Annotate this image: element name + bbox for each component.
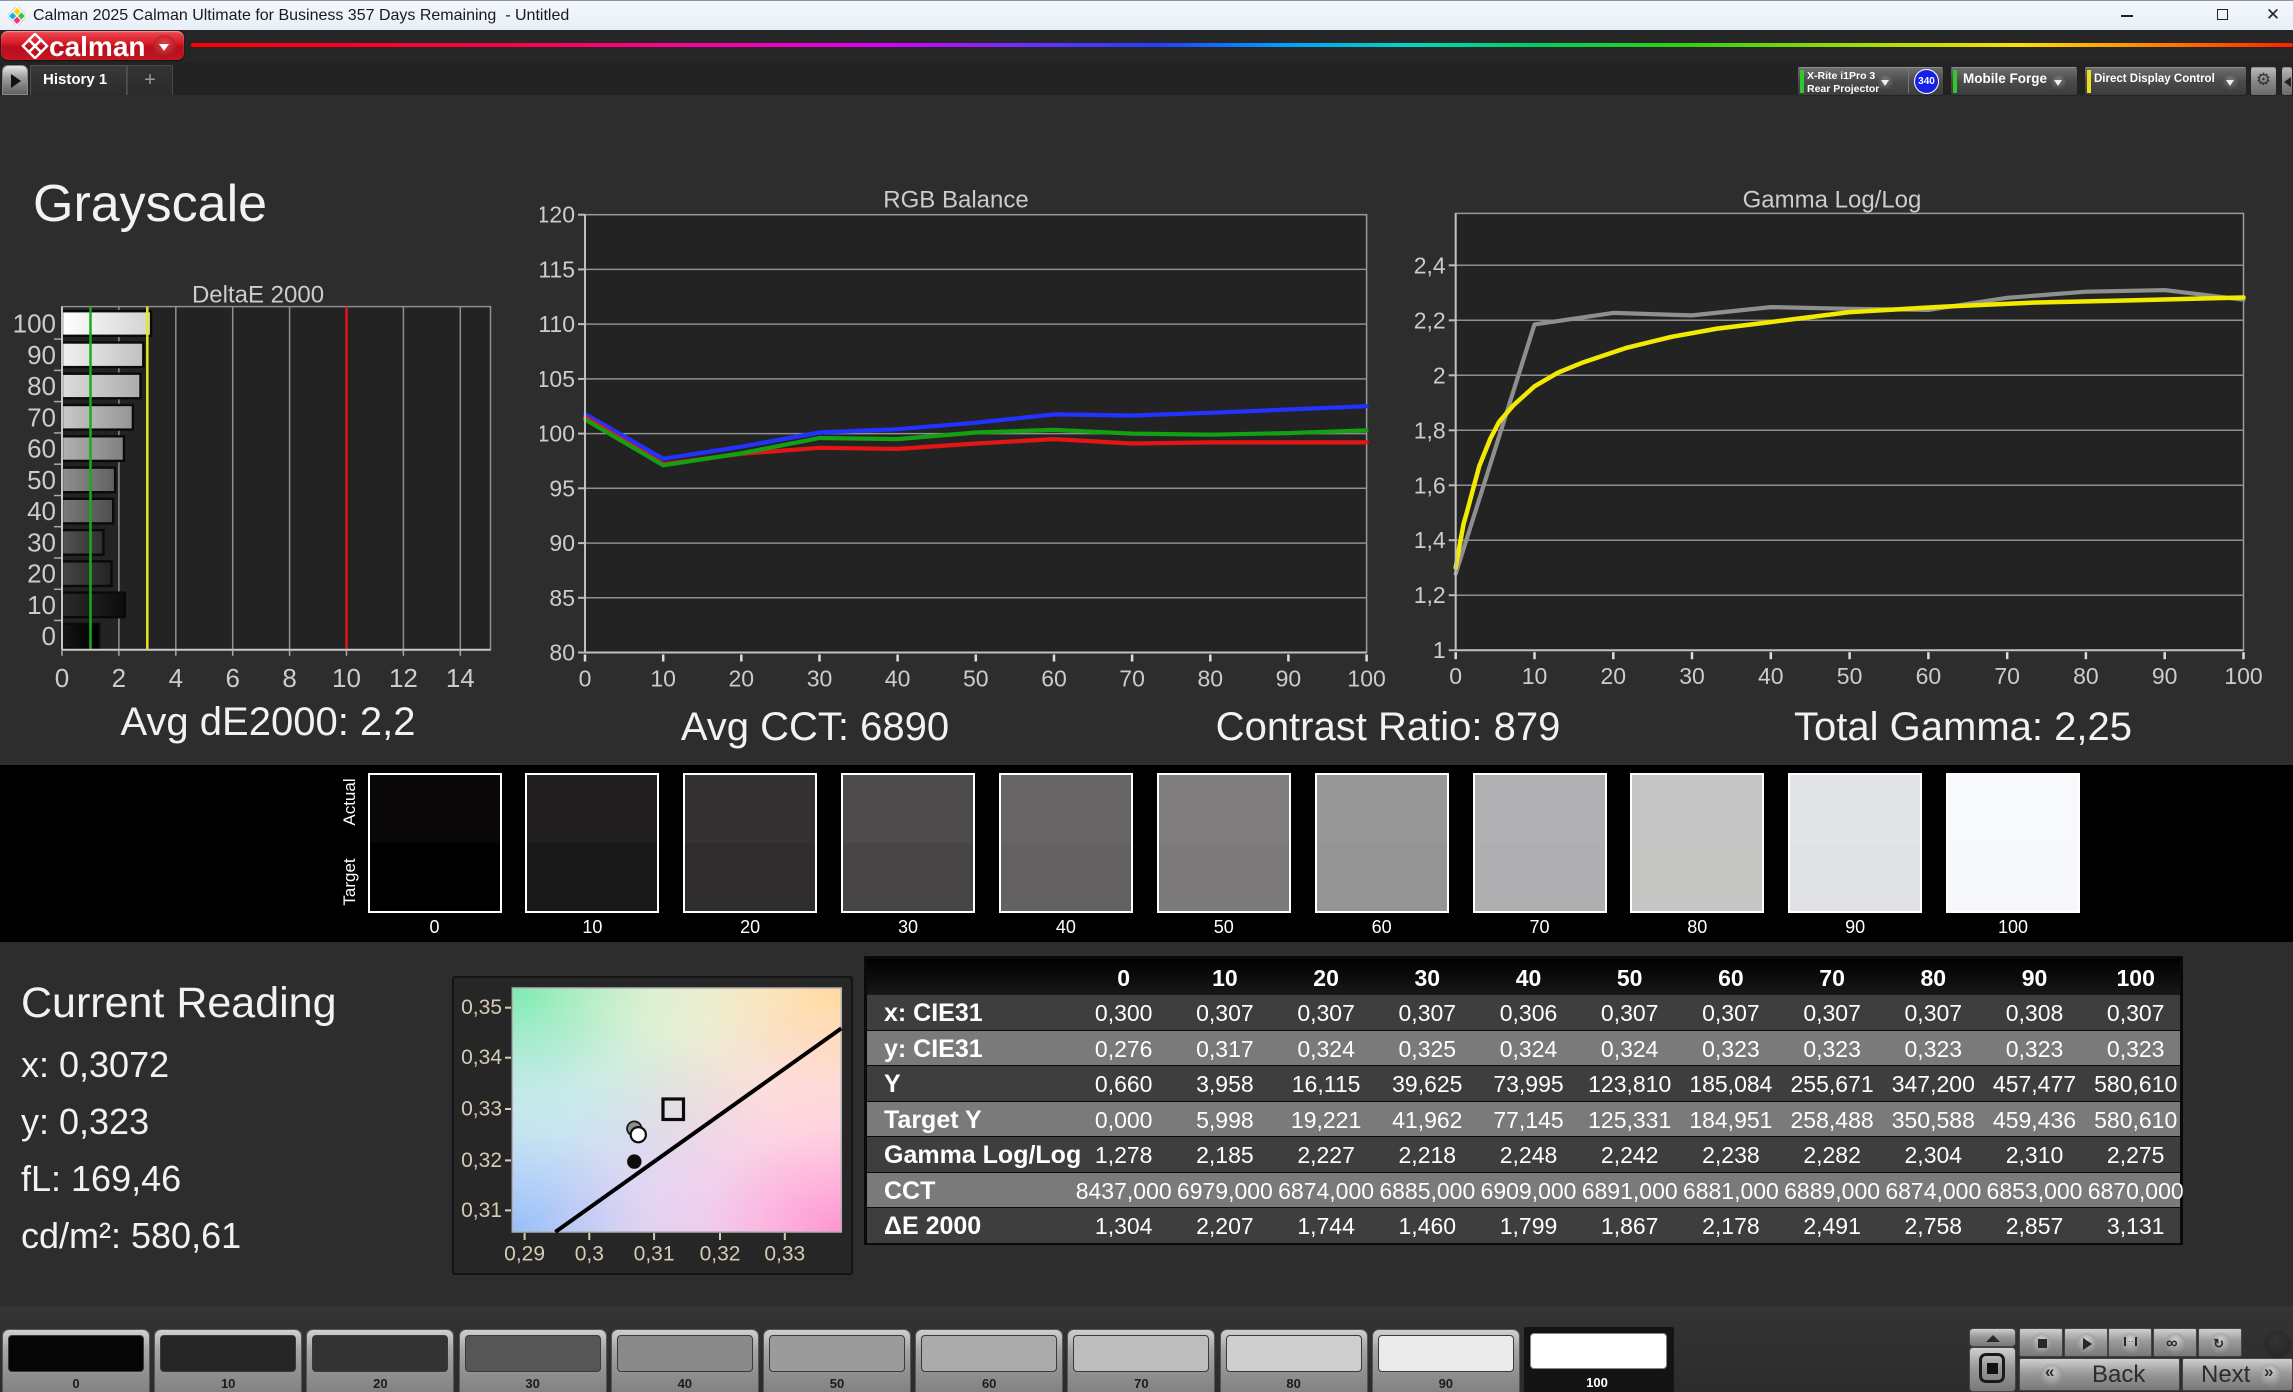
svg-text:80: 80 xyxy=(27,371,56,401)
svg-text:20: 20 xyxy=(27,559,56,589)
svg-text:70: 70 xyxy=(1119,666,1145,691)
svg-text:105: 105 xyxy=(540,366,575,392)
svg-text:40: 40 xyxy=(1758,663,1784,689)
svg-text:14: 14 xyxy=(446,663,475,693)
svg-text:10: 10 xyxy=(650,666,676,691)
svg-text:80: 80 xyxy=(1198,666,1224,691)
svg-text:80: 80 xyxy=(549,640,575,666)
svg-text:50: 50 xyxy=(1837,663,1863,689)
svg-text:95: 95 xyxy=(549,475,575,501)
svg-text:110: 110 xyxy=(540,311,575,337)
svg-text:85: 85 xyxy=(549,585,575,611)
svg-text:0,34: 0,34 xyxy=(461,1046,502,1069)
svg-text:70: 70 xyxy=(1994,663,2020,689)
svg-text:50: 50 xyxy=(963,666,989,691)
svg-text:0,32: 0,32 xyxy=(461,1149,502,1172)
svg-text:70: 70 xyxy=(27,402,56,432)
svg-text:0: 0 xyxy=(1449,663,1462,689)
svg-text:1,6: 1,6 xyxy=(1414,472,1446,498)
svg-text:20: 20 xyxy=(1601,663,1627,689)
svg-text:0,33: 0,33 xyxy=(461,1098,502,1121)
svg-text:2,2: 2,2 xyxy=(1414,307,1446,333)
svg-text:90: 90 xyxy=(549,530,575,556)
svg-text:12: 12 xyxy=(389,663,418,693)
svg-text:1,2: 1,2 xyxy=(1414,582,1446,608)
svg-text:50: 50 xyxy=(27,465,56,495)
svg-text:80: 80 xyxy=(2073,663,2099,689)
svg-text:100: 100 xyxy=(540,421,575,447)
svg-text:20: 20 xyxy=(729,666,755,691)
svg-text:10: 10 xyxy=(1522,663,1548,689)
svg-text:0,31: 0,31 xyxy=(461,1199,502,1222)
svg-text:100: 100 xyxy=(13,309,56,339)
svg-text:115: 115 xyxy=(540,256,575,282)
svg-text:60: 60 xyxy=(1916,663,1942,689)
svg-text:0: 0 xyxy=(55,663,69,693)
svg-text:0: 0 xyxy=(579,666,592,691)
svg-text:2: 2 xyxy=(112,663,126,693)
svg-text:Gamma Log/Log: Gamma Log/Log xyxy=(1743,187,1922,214)
svg-text:2,4: 2,4 xyxy=(1414,252,1446,278)
svg-text:0,35: 0,35 xyxy=(461,996,502,1019)
svg-text:0,32: 0,32 xyxy=(700,1243,741,1266)
svg-text:60: 60 xyxy=(1041,666,1067,691)
svg-text:1: 1 xyxy=(1433,637,1446,663)
svg-text:120: 120 xyxy=(540,202,575,228)
svg-text:0,31: 0,31 xyxy=(634,1243,675,1266)
svg-text:30: 30 xyxy=(807,666,833,691)
svg-text:100: 100 xyxy=(1347,666,1385,691)
svg-text:10: 10 xyxy=(332,663,361,693)
svg-text:8: 8 xyxy=(282,663,296,693)
svg-text:90: 90 xyxy=(1276,666,1302,691)
svg-text:1,8: 1,8 xyxy=(1414,417,1446,443)
svg-text:100: 100 xyxy=(2224,663,2262,689)
svg-text:2: 2 xyxy=(1433,362,1446,388)
svg-text:40: 40 xyxy=(27,496,56,526)
svg-text:0,3: 0,3 xyxy=(575,1243,604,1266)
svg-text:10: 10 xyxy=(27,590,56,620)
svg-text:60: 60 xyxy=(27,434,56,464)
svg-text:1,4: 1,4 xyxy=(1414,527,1446,553)
svg-text:90: 90 xyxy=(2152,663,2178,689)
svg-text:90: 90 xyxy=(27,340,56,370)
svg-text:30: 30 xyxy=(27,527,56,557)
svg-text:0,29: 0,29 xyxy=(504,1243,545,1266)
svg-text:4: 4 xyxy=(169,663,183,693)
svg-text:6: 6 xyxy=(225,663,239,693)
svg-text:0: 0 xyxy=(42,621,56,651)
svg-text:DeltaE 2000: DeltaE 2000 xyxy=(192,282,324,309)
svg-text:40: 40 xyxy=(885,666,911,691)
svg-text:30: 30 xyxy=(1679,663,1705,689)
svg-text:0,33: 0,33 xyxy=(764,1243,805,1266)
svg-text:RGB Balance: RGB Balance xyxy=(883,187,1028,214)
